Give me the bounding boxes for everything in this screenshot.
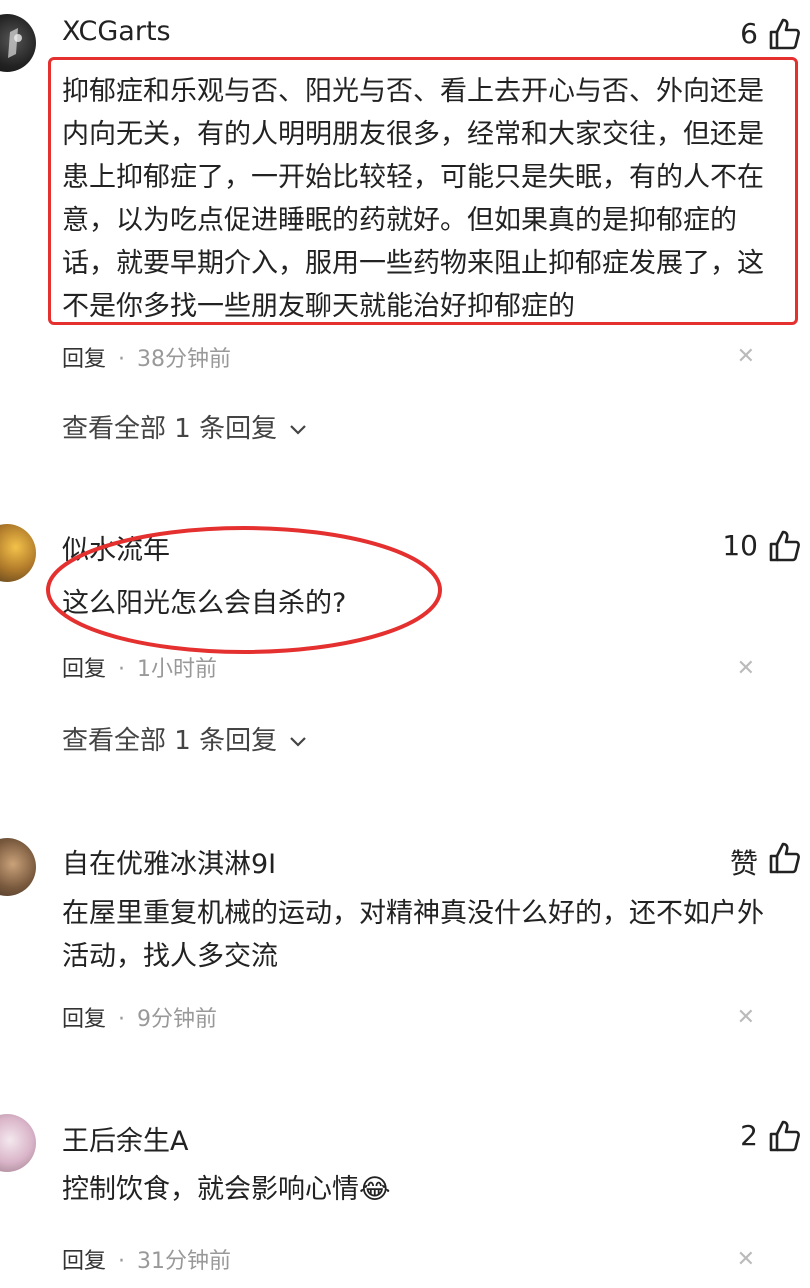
comment-text: 在屋里重复机械的运动，对精神真没什么好的，还不如户外活动，找人多交流 (62, 898, 764, 972)
like-count: 2 (740, 1119, 758, 1152)
reply-button[interactable]: 回复 (62, 657, 106, 682)
reply-button[interactable]: 回复 (62, 1007, 106, 1032)
username[interactable]: XCGarts (62, 16, 171, 47)
comment-text-content: 控制饮食，就会影响心情 (62, 1174, 359, 1205)
reply-button[interactable]: 回复 (62, 1249, 106, 1274)
comment-text: 这么阳光怎么会自杀的? (62, 588, 347, 619)
close-icon[interactable]: ✕ (737, 1247, 755, 1272)
separator-dot: · (118, 1007, 126, 1032)
like-count: 10 (722, 529, 758, 562)
username[interactable]: 王后余生A (62, 1119, 188, 1158)
close-icon[interactable]: ✕ (737, 344, 755, 369)
comment-meta: 回复 · 38分钟前 (62, 341, 231, 373)
timestamp: 1小时前 (137, 657, 218, 682)
separator-dot: · (118, 347, 126, 372)
view-replies-button[interactable]: 查看全部 1 条回复 (62, 720, 307, 757)
view-replies-label: 查看全部 1 条回复 (62, 414, 278, 444)
thumbs-up-icon[interactable] (766, 840, 802, 876)
avatar[interactable] (0, 838, 36, 896)
thumbs-up-icon[interactable] (766, 528, 802, 564)
chevron-down-icon (290, 736, 307, 747)
username[interactable]: 似水流年 (62, 528, 170, 567)
separator-dot: · (118, 657, 126, 682)
timestamp: 38分钟前 (137, 347, 232, 372)
laughing-crying-emoji-icon: 😂 (359, 1174, 391, 1205)
thumbs-up-icon[interactable] (766, 1118, 802, 1154)
timestamp: 9分钟前 (137, 1007, 218, 1032)
separator-dot: · (118, 1249, 126, 1274)
thumbs-up-icon[interactable] (766, 16, 802, 52)
comment-meta: 回复 · 9分钟前 (62, 1001, 217, 1033)
avatar[interactable] (0, 14, 36, 72)
view-replies-button[interactable]: 查看全部 1 条回复 (62, 408, 307, 445)
avatar[interactable] (0, 1114, 36, 1172)
reply-button[interactable]: 回复 (62, 347, 106, 372)
comment-text: 控制饮食，就会影响心情😂 (62, 1168, 774, 1211)
close-icon[interactable]: ✕ (737, 1005, 755, 1030)
username[interactable]: 自在优雅冰淇淋9I (62, 842, 276, 881)
close-icon[interactable]: ✕ (737, 656, 755, 681)
like-count: 6 (740, 17, 758, 50)
timestamp: 31分钟前 (137, 1249, 232, 1274)
comment-meta: 回复 · 31分钟前 (62, 1243, 231, 1275)
view-replies-label: 查看全部 1 条回复 (62, 726, 278, 756)
like-label[interactable]: 赞 (730, 842, 758, 882)
comment-text: 抑郁症和乐观与否、阳光与否、看上去开心与否、外向还是内向无关，有的人明明朋友很多… (62, 76, 764, 322)
avatar[interactable] (0, 524, 36, 582)
comment-meta: 回复 · 1小时前 (62, 651, 217, 683)
chevron-down-icon (290, 424, 307, 435)
